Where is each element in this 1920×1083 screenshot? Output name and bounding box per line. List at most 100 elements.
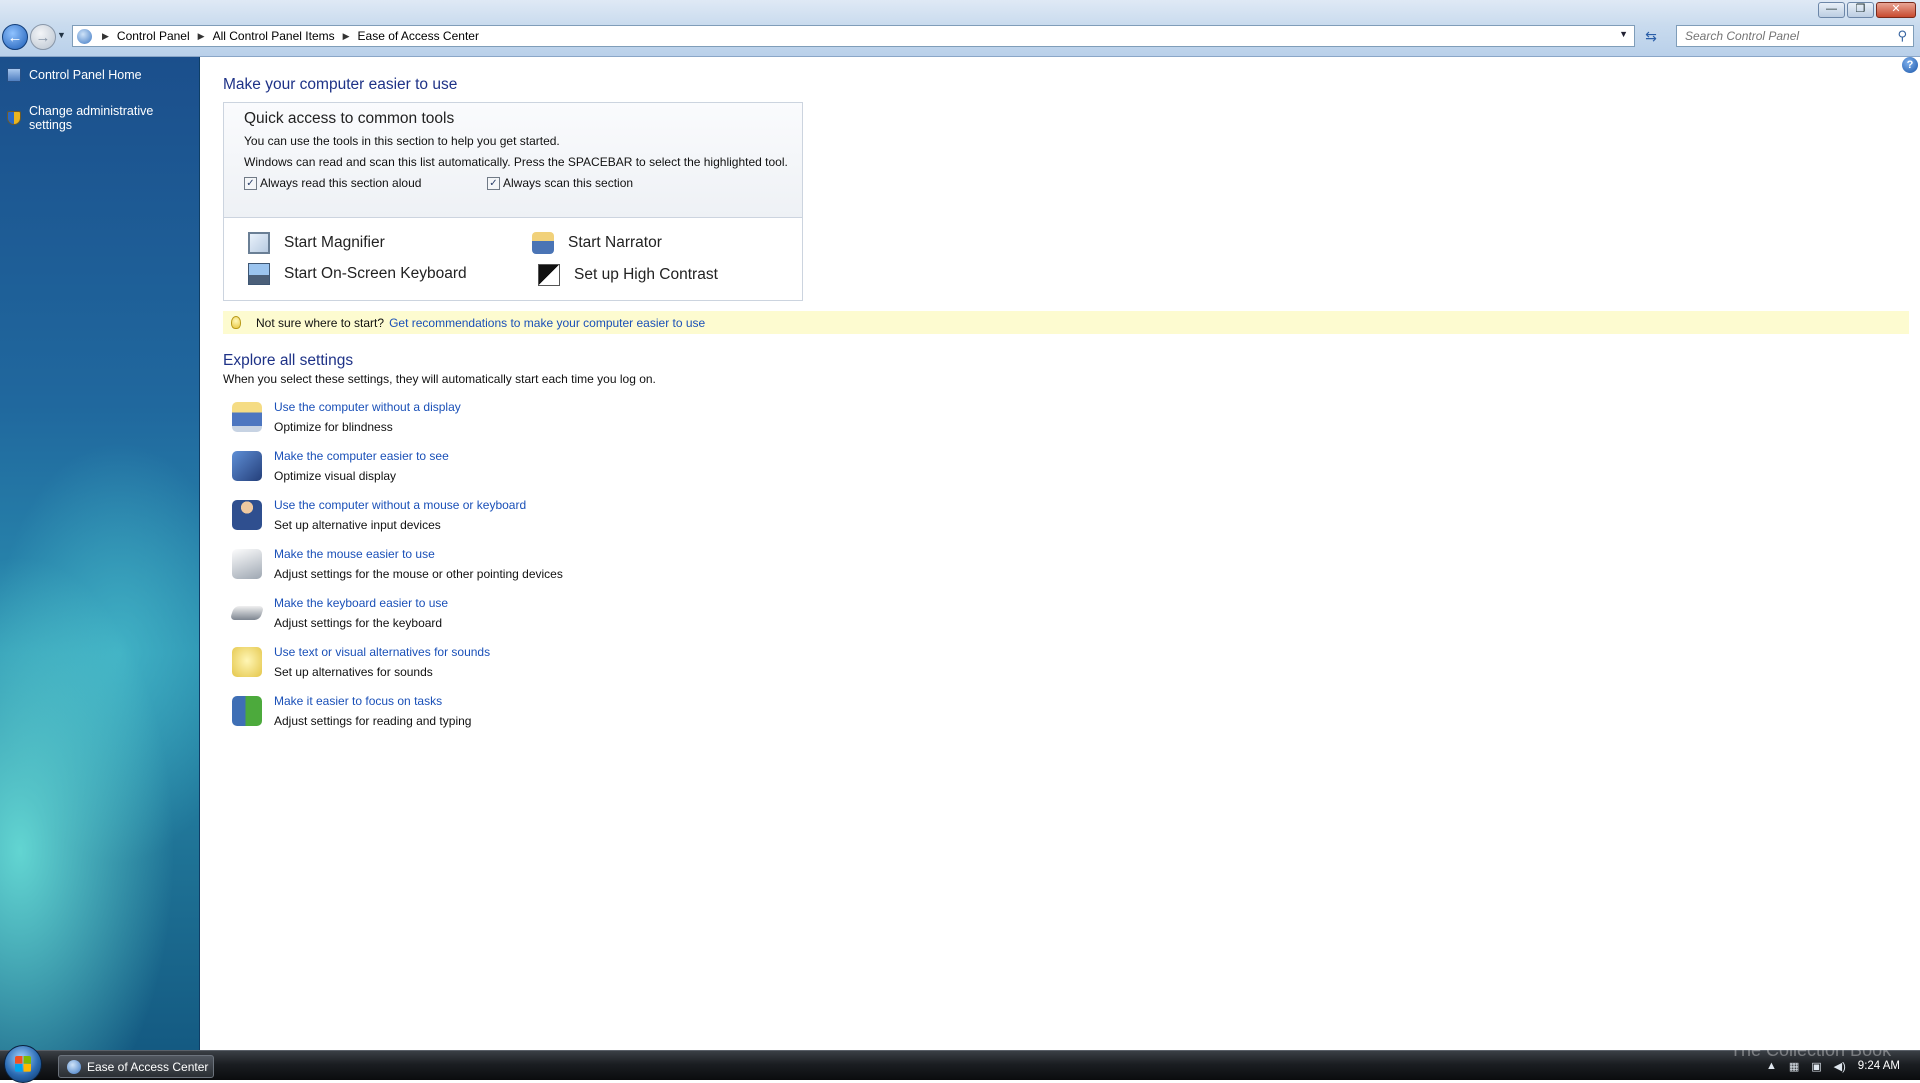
- address-bar[interactable]: ▶ Control Panel ▶ All Control Panel Item…: [72, 25, 1635, 47]
- breadcrumb-separator-icon[interactable]: ▶: [339, 31, 354, 42]
- network-icon[interactable]: ▦: [1789, 1060, 1799, 1073]
- on-screen-keyboard-icon: [248, 263, 270, 285]
- volume-icon[interactable]: ◀): [1834, 1060, 1846, 1073]
- tool-label: Start Magnifier: [284, 234, 385, 251]
- scan-section-label: Always scan this section: [503, 176, 634, 190]
- tool-label: Start On-Screen Keyboard: [284, 265, 467, 282]
- back-button[interactable]: ←: [2, 24, 28, 50]
- setting-description: Set up alternatives for sounds: [274, 665, 433, 679]
- quick-access-options: ✓ Always read this section aloud ✓ Alway…: [244, 176, 802, 190]
- address-dropdown-icon[interactable]: ▼: [1619, 29, 1628, 39]
- mouse-icon: [232, 549, 262, 579]
- refresh-icon: ⇆: [1645, 28, 1657, 44]
- setting-link-sounds[interactable]: Use text or visual alternatives for soun…: [274, 645, 490, 659]
- refresh-button[interactable]: ⇆: [1640, 25, 1662, 47]
- minimize-button[interactable]: —: [1818, 2, 1845, 18]
- read-aloud-label: Always read this section aloud: [260, 176, 422, 190]
- checkbox-checked-icon[interactable]: ✓: [244, 176, 257, 190]
- start-button[interactable]: [4, 1045, 42, 1083]
- tool-label: Start Narrator: [568, 234, 662, 251]
- quick-tools: Start Magnifier Start Narrator Start On-…: [224, 218, 802, 300]
- start-narrator-button[interactable]: Start Narrator: [532, 232, 662, 254]
- setting-link-easier-to-see[interactable]: Make the computer easier to see: [274, 449, 449, 463]
- recommendations-link[interactable]: Get recommendations to make your compute…: [389, 316, 705, 330]
- windows-logo-icon: [15, 1056, 31, 1072]
- setting-link-mouse[interactable]: Make the mouse easier to use: [274, 547, 435, 561]
- setting-description: Optimize visual display: [274, 469, 397, 483]
- list-item: Use the computer without a display Optim…: [230, 398, 930, 447]
- sidebar-item-control-panel-home[interactable]: Control Panel Home: [7, 68, 142, 82]
- sidebar-item-label: Control Panel Home: [29, 68, 142, 82]
- scan-section-checkbox[interactable]: ✓ Always scan this section: [487, 176, 633, 190]
- window-titlebar: — ❐ ✕ ← → ▼ ▶ Control Panel ▶ All Contro…: [0, 0, 1920, 57]
- search-icon[interactable]: ⚲: [1897, 28, 1907, 44]
- setting-link-without-display[interactable]: Use the computer without a display: [274, 400, 461, 414]
- control-panel-icon: [77, 28, 92, 44]
- quick-access-intro: You can use the tools in this section to…: [244, 134, 560, 148]
- window-controls: — ❐ ✕: [1818, 2, 1916, 18]
- quick-access-panel: Quick access to common tools You can use…: [223, 102, 803, 301]
- setting-description: Adjust settings for reading and typing: [274, 714, 472, 728]
- start-on-screen-keyboard-button[interactable]: Start On-Screen Keyboard: [248, 263, 467, 285]
- setting-description: Adjust settings for the keyboard: [274, 616, 443, 630]
- control-panel-icon: [67, 1059, 81, 1074]
- taskbar: Ease of Access Center ▲ ▦ ▣ ◀) 9:24 AM: [0, 1045, 1920, 1083]
- setting-link-focus[interactable]: Make it easier to focus on tasks: [274, 694, 442, 708]
- list-item: Make it easier to focus on tasks Adjust …: [230, 692, 930, 741]
- explore-description: When you select these settings, they wil…: [223, 372, 656, 386]
- breadcrumb-ease-of-access[interactable]: Ease of Access Center: [354, 29, 483, 43]
- narrator-icon: [532, 232, 554, 254]
- quick-access-heading: Quick access to common tools: [244, 110, 455, 127]
- breadcrumb-all-items[interactable]: All Control Panel Items: [209, 29, 339, 43]
- back-arrow-icon: ←: [7, 28, 23, 46]
- clock[interactable]: 9:24 AM: [1858, 1060, 1900, 1072]
- list-item: Use the computer without a mouse or keyb…: [230, 496, 930, 545]
- setting-link-keyboard[interactable]: Make the keyboard easier to use: [274, 596, 448, 610]
- focus-tasks-icon: [232, 696, 262, 726]
- checkbox-checked-icon[interactable]: ✓: [487, 176, 500, 190]
- breadcrumb-separator-icon[interactable]: ▶: [98, 31, 113, 42]
- read-aloud-checkbox[interactable]: ✓ Always read this section aloud: [244, 176, 487, 190]
- taskbar-window-label: Ease of Access Center: [87, 1059, 209, 1074]
- setting-link-without-mouse-keyboard[interactable]: Use the computer without a mouse or keyb…: [274, 498, 526, 512]
- start-magnifier-button[interactable]: Start Magnifier: [248, 232, 385, 254]
- list-item: Make the computer easier to see Optimize…: [230, 447, 930, 496]
- control-panel-icon: [7, 68, 21, 82]
- recommendation-tip-bar: Not sure where to start? Get recommendat…: [223, 311, 1909, 334]
- explore-heading: Explore all settings: [223, 352, 354, 369]
- recent-pages-dropdown[interactable]: ▼: [57, 30, 66, 40]
- forward-arrow-icon: →: [35, 28, 51, 46]
- lightbulb-icon: [231, 316, 241, 329]
- settings-list: Use the computer without a display Optim…: [229, 398, 930, 741]
- sidebar-item-label: Change administrative settings: [28, 104, 154, 132]
- list-item: Make the keyboard easier to use Adjust s…: [229, 594, 930, 643]
- search-box[interactable]: ⚲: [1676, 25, 1914, 47]
- sidebar: Control Panel Home Change administrative…: [0, 57, 200, 1050]
- tip-text: Not sure where to start?: [256, 315, 385, 330]
- breadcrumb-control-panel[interactable]: Control Panel: [113, 29, 194, 43]
- security-alert-icon[interactable]: ▣: [1811, 1060, 1821, 1073]
- quick-access-header: Quick access to common tools You can use…: [224, 103, 802, 218]
- keyboard-icon: [229, 606, 265, 620]
- taskbar-window-button[interactable]: Ease of Access Center: [58, 1055, 214, 1078]
- setting-description: Adjust settings for the mouse or other p…: [274, 567, 563, 581]
- forward-button[interactable]: →: [30, 24, 56, 50]
- tool-label: Set up High Contrast: [574, 266, 718, 283]
- page-title: Make your computer easier to use: [223, 76, 458, 93]
- list-item: Use text or visual alternatives for soun…: [230, 643, 930, 692]
- search-input[interactable]: [1683, 28, 1883, 44]
- magnifier-icon: [248, 232, 270, 254]
- help-icon[interactable]: ?: [1902, 57, 1918, 73]
- show-hidden-icons-icon[interactable]: ▲: [1766, 1060, 1777, 1072]
- display-icon: [232, 402, 262, 432]
- speech-bubble-icon: [232, 647, 262, 677]
- set-up-high-contrast-button[interactable]: Set up High Contrast: [538, 264, 718, 286]
- close-button[interactable]: ✕: [1876, 2, 1916, 18]
- person-icon: [232, 500, 262, 530]
- high-contrast-icon: [538, 264, 560, 286]
- setting-description: Optimize for blindness: [274, 420, 393, 434]
- sidebar-item-admin-settings[interactable]: Change administrative settings: [7, 104, 199, 132]
- breadcrumb-separator-icon[interactable]: ▶: [194, 31, 209, 42]
- restore-button[interactable]: ❐: [1847, 2, 1874, 18]
- uac-shield-icon: [7, 111, 21, 125]
